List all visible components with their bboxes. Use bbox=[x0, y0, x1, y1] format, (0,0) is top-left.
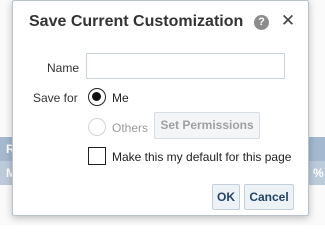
close-icon[interactable]: ✕ bbox=[279, 11, 297, 31]
name-label: Name bbox=[47, 61, 80, 75]
name-input[interactable] bbox=[86, 53, 285, 79]
default-page-checkbox-label[interactable]: Make this my default for this page bbox=[112, 150, 291, 164]
ok-button[interactable]: OK bbox=[212, 184, 240, 210]
radio-selected-dot bbox=[92, 92, 101, 101]
save-customization-dialog: Save Current Customization ? ✕ Name Save… bbox=[12, 0, 309, 216]
default-page-checkbox[interactable] bbox=[88, 147, 106, 165]
dialog-title: Save Current Customization bbox=[29, 13, 244, 30]
help-icon[interactable]: ? bbox=[254, 15, 269, 30]
set-permissions-button[interactable]: Set Permissions bbox=[154, 112, 260, 139]
save-for-others-label[interactable]: Others bbox=[112, 121, 148, 135]
save-for-label: Save for bbox=[33, 91, 78, 105]
save-for-me-label[interactable]: Me bbox=[112, 91, 129, 105]
save-for-others-radio[interactable] bbox=[88, 118, 106, 136]
save-for-me-radio[interactable] bbox=[88, 88, 106, 106]
background-row-fragment-right: % bbox=[313, 166, 324, 180]
cancel-button[interactable]: Cancel bbox=[244, 184, 294, 210]
